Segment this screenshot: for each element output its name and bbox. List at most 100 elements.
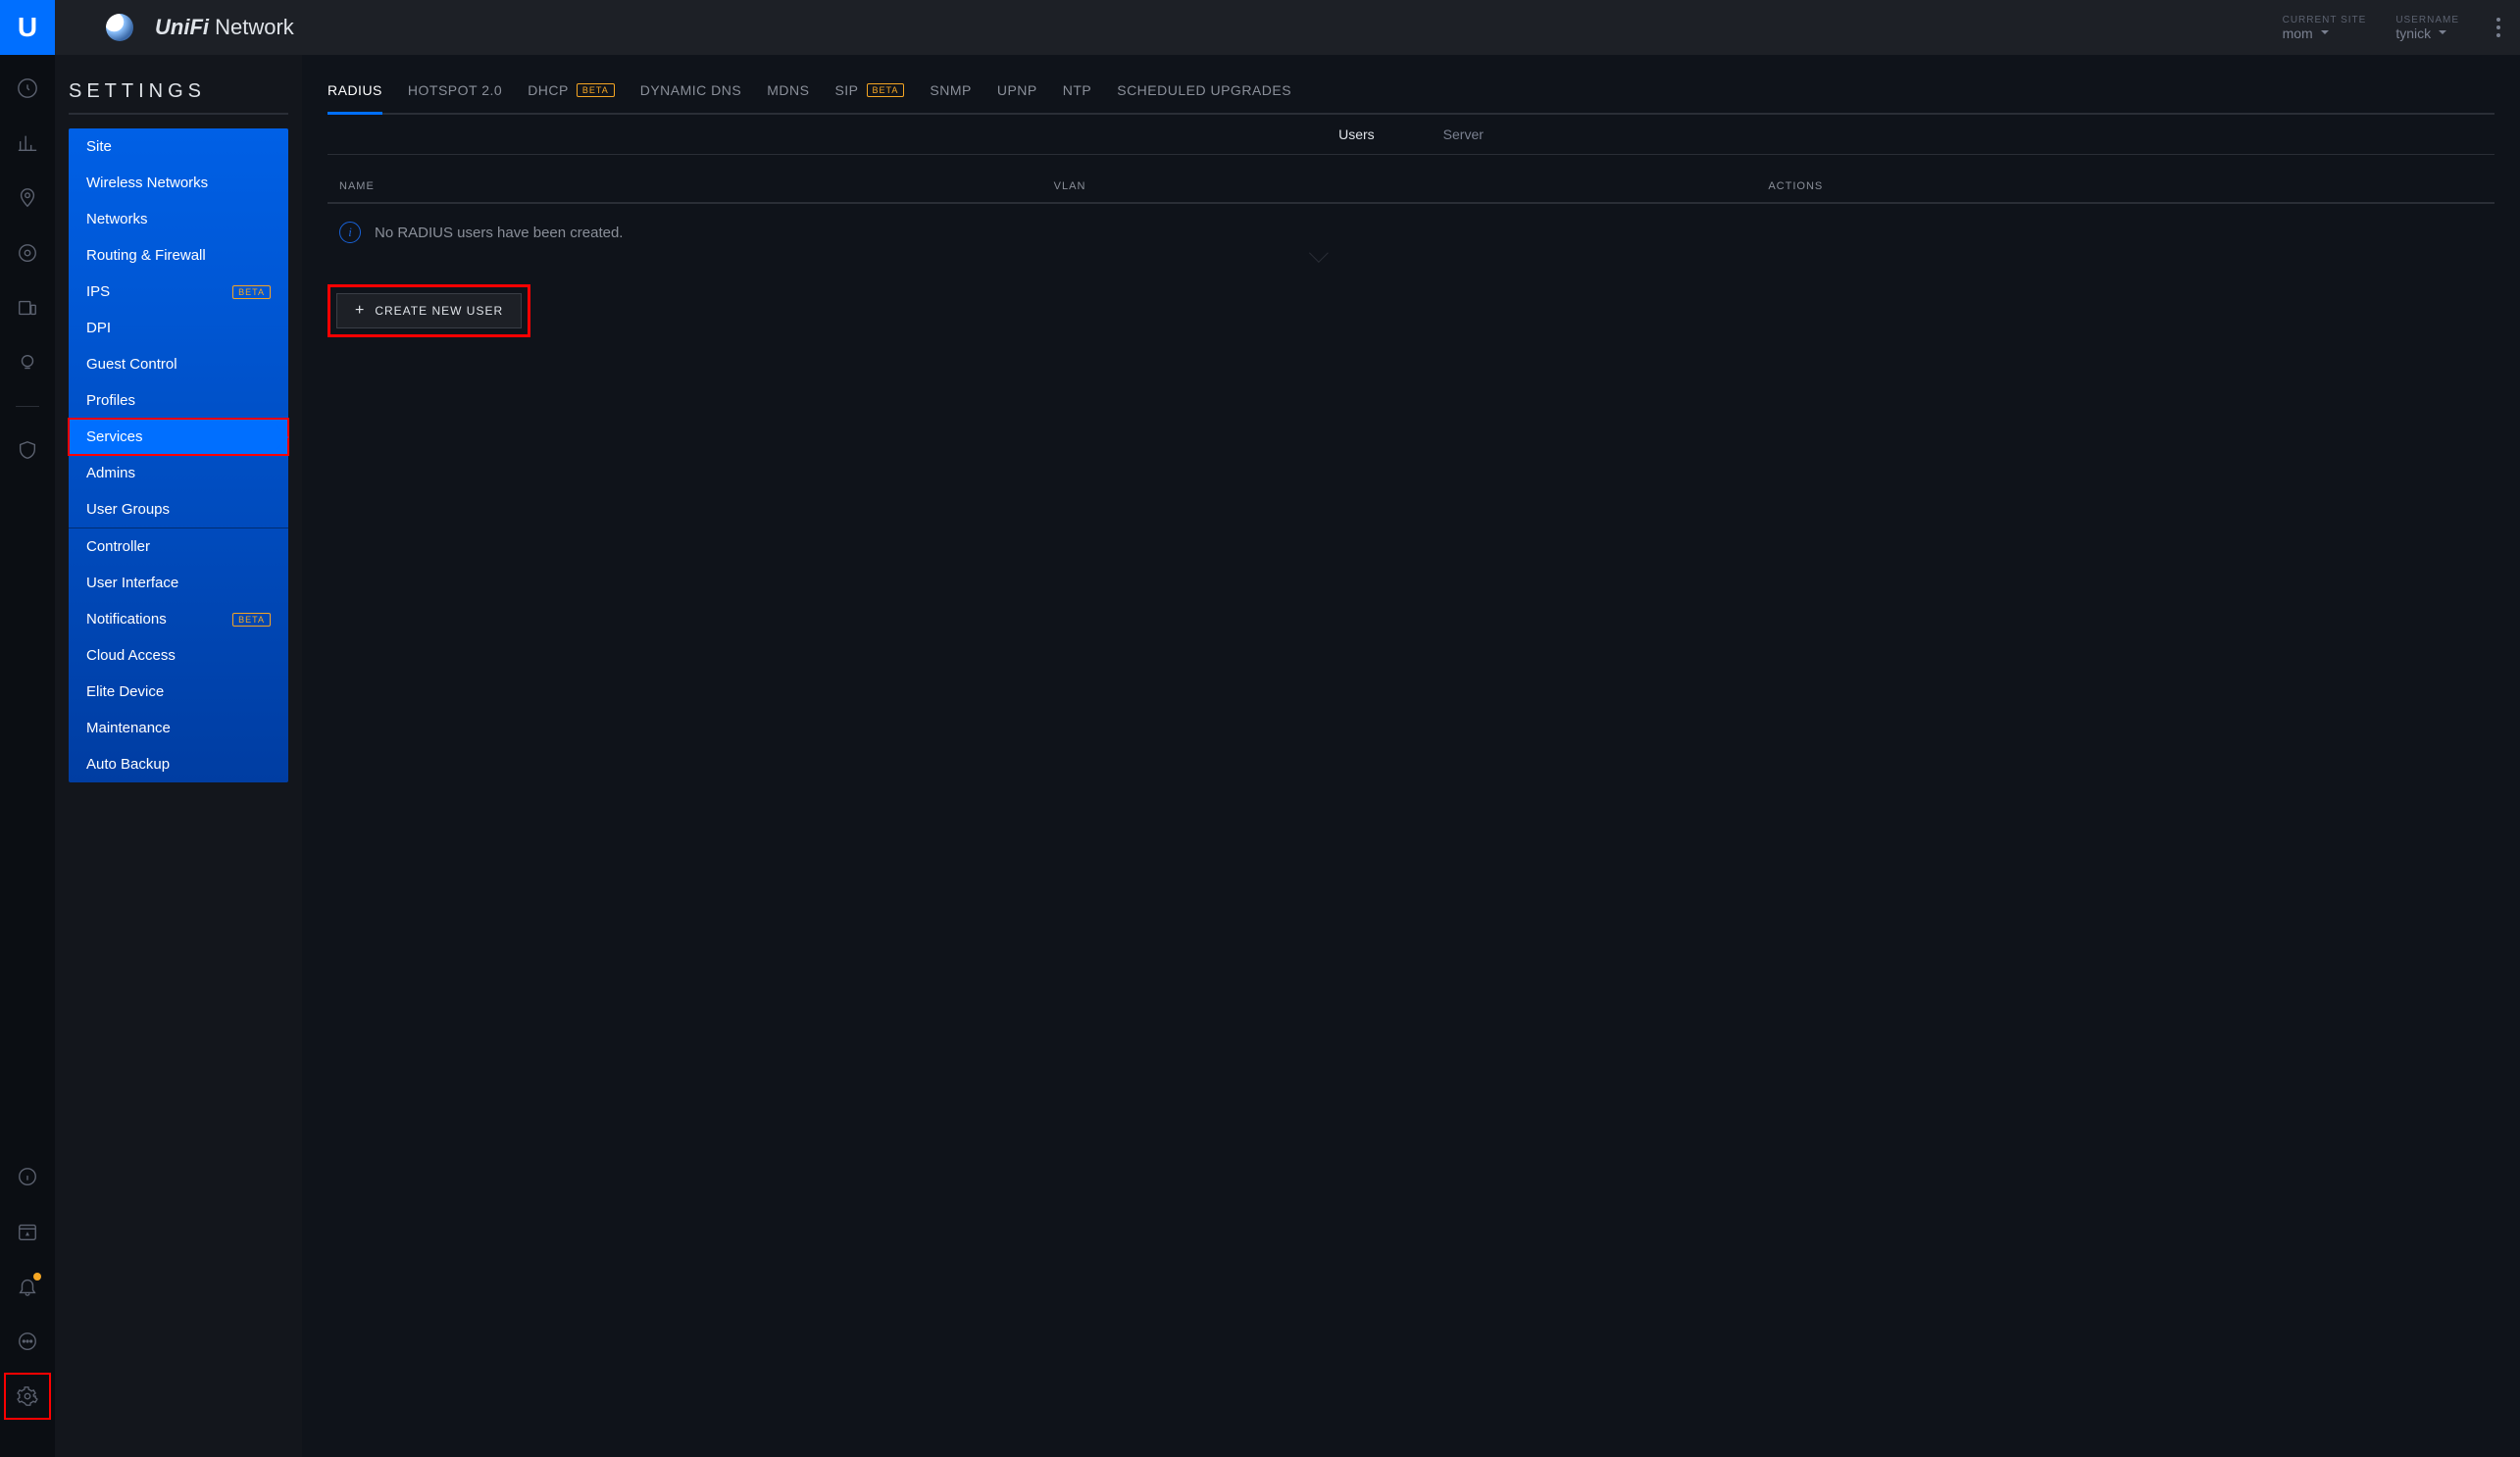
tab-label: SNMP — [930, 82, 971, 98]
shield-icon[interactable] — [16, 438, 39, 462]
tab-scheduled-upgrades[interactable]: SCHEDULED UPGRADES — [1117, 76, 1291, 115]
sidebar-item-label: Cloud Access — [86, 647, 176, 664]
sidebar-item-wireless-networks[interactable]: Wireless Networks — [69, 165, 288, 201]
tab-label: SIP — [834, 82, 858, 98]
username-selector[interactable]: USERNAME tynick — [2395, 15, 2459, 41]
sidebar-item-guest-control[interactable]: Guest Control — [69, 346, 288, 382]
sidebar-item-label: Notifications — [86, 611, 167, 628]
tab-label: NTP — [1063, 82, 1092, 98]
tab-dynamic-dns[interactable]: DYNAMIC DNS — [640, 76, 742, 115]
chat-icon[interactable] — [16, 1330, 39, 1353]
dashboard-icon[interactable] — [16, 76, 39, 100]
sidebar-item-admins[interactable]: Admins — [69, 455, 288, 491]
subtab-users[interactable]: Users — [1338, 115, 1375, 154]
app-suffix: Network — [215, 15, 294, 39]
sidebar-item-user-interface[interactable]: User Interface — [69, 565, 288, 601]
settings-title: SETTINGS — [69, 71, 288, 115]
content: RADIUS HOTSPOT 2.0 DHCPBETA DYNAMIC DNS … — [302, 55, 2520, 1457]
subtab-server[interactable]: Server — [1443, 115, 1484, 154]
sidebar-item-label: DPI — [86, 320, 111, 336]
nav-rail — [0, 55, 55, 1457]
sidebar-item-services[interactable]: Services — [69, 419, 288, 455]
tab-label: DHCP — [528, 82, 569, 98]
ubiquiti-logo[interactable]: U — [0, 0, 55, 55]
tab-snmp[interactable]: SNMP — [930, 76, 971, 115]
sidebar-item-auto-backup[interactable]: Auto Backup — [69, 746, 288, 782]
tab-ntp[interactable]: NTP — [1063, 76, 1092, 115]
col-name: NAME — [339, 180, 1054, 192]
sidebar-item-label: Routing & Firewall — [86, 247, 206, 264]
radius-subtabs: Users Server — [328, 115, 2495, 155]
app-brand: UniFi — [155, 15, 209, 39]
insights-icon[interactable] — [16, 351, 39, 375]
tab-label: SCHEDULED UPGRADES — [1117, 82, 1291, 98]
sidebar-item-maintenance[interactable]: Maintenance — [69, 710, 288, 746]
plus-icon — [355, 304, 365, 318]
devices-icon[interactable] — [16, 241, 39, 265]
sidebar-item-elite-device[interactable]: Elite Device — [69, 674, 288, 710]
kebab-menu[interactable] — [2496, 18, 2500, 37]
sidebar-item-dpi[interactable]: DPI — [69, 310, 288, 346]
topbar: U UniFi Network CURRENT SITE mom USERNAM… — [0, 0, 2520, 55]
sidebar-item-user-groups[interactable]: User Groups — [69, 491, 288, 528]
statistics-icon[interactable] — [16, 131, 39, 155]
tab-hotspot[interactable]: HOTSPOT 2.0 — [408, 76, 502, 115]
tab-radius[interactable]: RADIUS — [328, 76, 382, 115]
sidebar-item-controller[interactable]: Controller — [69, 528, 288, 565]
info-icon: i — [339, 222, 361, 243]
sidebar-item-label: Auto Backup — [86, 756, 170, 773]
sidebar-item-profiles[interactable]: Profiles — [69, 382, 288, 419]
settings-sidebar: SETTINGS Site Wireless Networks Networks… — [55, 55, 302, 1457]
sidebar-item-label: Networks — [86, 211, 148, 227]
current-site-label: CURRENT SITE — [2283, 15, 2367, 25]
sidebar-item-label: Elite Device — [86, 683, 164, 700]
sidebar-item-label: Admins — [86, 465, 135, 481]
tab-upnp[interactable]: UPNP — [997, 76, 1037, 115]
topbar-left: U UniFi Network — [0, 0, 294, 55]
sidebar-item-label: Maintenance — [86, 720, 171, 736]
username-label: USERNAME — [2395, 15, 2459, 25]
info-icon[interactable] — [16, 1165, 39, 1188]
clients-icon[interactable] — [16, 296, 39, 320]
sidebar-item-ips[interactable]: IPS BETA — [69, 274, 288, 310]
chevron-down-icon — [2321, 25, 2329, 41]
rail-divider — [16, 406, 39, 407]
tab-label: DYNAMIC DNS — [640, 82, 742, 98]
settings-menu: Site Wireless Networks Networks Routing … — [69, 128, 288, 782]
events-icon[interactable] — [16, 1220, 39, 1243]
services-tabbar: RADIUS HOTSPOT 2.0 DHCPBETA DYNAMIC DNS … — [328, 76, 2495, 115]
col-actions: ACTIONS — [1768, 180, 2483, 192]
sidebar-item-site[interactable]: Site — [69, 128, 288, 165]
sidebar-item-label: User Interface — [86, 575, 178, 591]
topbar-right: CURRENT SITE mom USERNAME tynick — [2283, 15, 2500, 41]
settings-icon[interactable] — [16, 1384, 39, 1408]
tab-label: UPNP — [997, 82, 1037, 98]
app-title: UniFi Network — [155, 15, 294, 40]
tab-label: HOTSPOT 2.0 — [408, 82, 502, 98]
create-user-highlight: CREATE NEW USER — [328, 284, 530, 337]
tab-dhcp[interactable]: DHCPBETA — [528, 76, 615, 115]
sidebar-item-cloud-access[interactable]: Cloud Access — [69, 637, 288, 674]
create-new-user-button[interactable]: CREATE NEW USER — [336, 293, 522, 328]
beta-badge: BETA — [867, 83, 905, 97]
sidebar-item-label: Guest Control — [86, 356, 177, 373]
tab-label: MDNS — [767, 82, 809, 98]
sidebar-item-label: Profiles — [86, 392, 135, 409]
sidebar-item-label: Wireless Networks — [86, 175, 208, 191]
tab-mdns[interactable]: MDNS — [767, 76, 809, 115]
current-site-value: mom — [2283, 25, 2313, 41]
alerts-icon[interactable] — [16, 1275, 39, 1298]
create-button-label: CREATE NEW USER — [375, 304, 503, 318]
map-icon[interactable] — [16, 186, 39, 210]
beta-badge: BETA — [232, 285, 271, 299]
sidebar-item-notifications[interactable]: NotificationsBETA — [69, 601, 288, 637]
users-table-header: NAME VLAN ACTIONS — [328, 155, 2495, 204]
username-value: tynick — [2395, 25, 2431, 41]
sidebar-item-label: Services — [86, 428, 143, 445]
tab-sip[interactable]: SIP BETA — [834, 76, 904, 115]
sidebar-item-label: IPS — [86, 283, 110, 300]
sidebar-item-routing-firewall[interactable]: Routing & Firewall — [69, 237, 288, 274]
chevron-down-icon — [2439, 25, 2446, 41]
sidebar-item-networks[interactable]: Networks — [69, 201, 288, 237]
current-site-selector[interactable]: CURRENT SITE mom — [2283, 15, 2367, 41]
